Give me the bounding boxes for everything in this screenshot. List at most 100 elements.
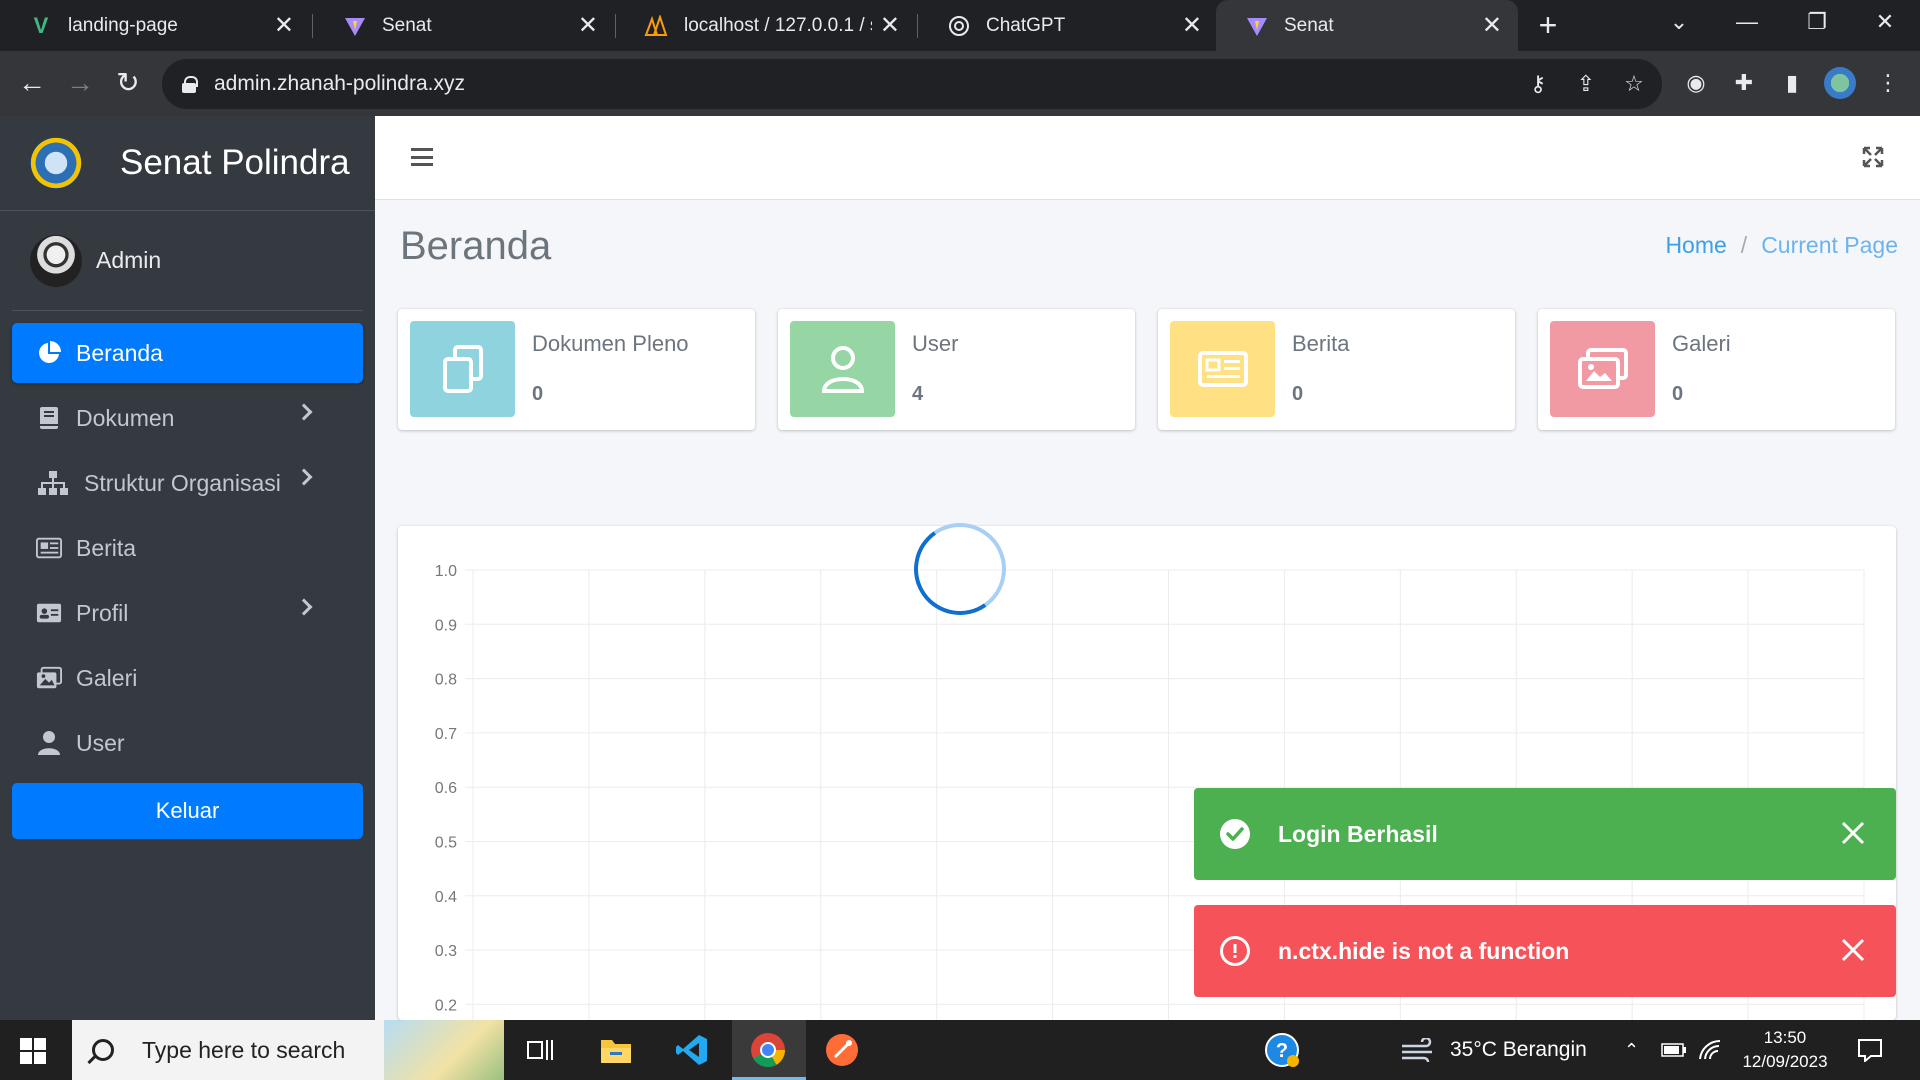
browser-tab-active[interactable]: Senat ✕ <box>1216 0 1518 51</box>
main-header <box>375 116 1920 200</box>
chrome-menu-icon[interactable]: ⋮ <box>1868 63 1908 103</box>
help-icon[interactable]: ? <box>1262 1030 1302 1070</box>
close-window-button[interactable]: ✕ <box>1854 0 1916 51</box>
brand-link[interactable]: Senat Polindra <box>0 116 375 211</box>
tab-title: Senat <box>382 14 432 36</box>
sidebar-item-label: Dokumen <box>76 404 175 431</box>
key-icon[interactable]: ⚷ <box>1518 59 1558 109</box>
lock-icon[interactable] <box>182 76 198 93</box>
file-explorer-icon[interactable] <box>596 1030 636 1070</box>
battery-icon[interactable] <box>1654 1030 1694 1070</box>
chart-y-tick-label: 0.6 <box>435 780 457 797</box>
sidebar-item-label: Struktur Organisasi <box>84 469 281 496</box>
search-highlight-image <box>384 1020 504 1080</box>
chevron-right-icon <box>295 468 313 486</box>
camera-icon[interactable]: ◉ <box>1676 63 1716 103</box>
search-placeholder: Type here to search <box>142 1036 346 1063</box>
postman-icon[interactable] <box>822 1030 862 1070</box>
weather-wind-icon[interactable] <box>1398 1030 1438 1070</box>
browser-tab[interactable]: ChatGPT ✕ <box>918 0 1218 51</box>
chrome-icon[interactable] <box>748 1030 788 1070</box>
info-box-number: 0 <box>532 383 544 405</box>
wifi-icon[interactable] <box>1690 1030 1730 1070</box>
chart-y-tick-label: 0.9 <box>435 617 457 634</box>
notification-center-icon[interactable] <box>1850 1030 1890 1070</box>
newspaper-icon <box>36 537 62 559</box>
tab-search-icon[interactable]: ⌄ <box>1648 0 1710 51</box>
taskbar-search-box[interactable]: Type here to search <box>72 1020 504 1080</box>
bookmark-star-icon[interactable]: ☆ <box>1614 59 1654 109</box>
weather-text[interactable]: 35°C Berangin <box>1450 1020 1587 1080</box>
breadcrumb-home-link[interactable]: Home <box>1665 232 1726 259</box>
polindra-logo <box>30 137 82 189</box>
profile-avatar[interactable] <box>1820 63 1860 103</box>
breadcrumb-current: Current Page <box>1761 232 1898 258</box>
browser-tab[interactable]: V landing-page ✕ <box>0 0 310 51</box>
sidebar-item-berita[interactable]: Berita <box>12 518 363 578</box>
browser-tab[interactable]: localhost / 127.0.0.1 / sen ✕ <box>616 0 916 51</box>
system-clock[interactable]: 13:50 12/09/2023 <box>1730 1026 1840 1074</box>
logout-button[interactable]: Keluar <box>12 783 363 839</box>
forward-button[interactable]: → <box>60 63 100 103</box>
search-icon <box>92 1039 114 1061</box>
chevron-up-icon[interactable]: ⌃ <box>1624 1020 1639 1080</box>
user-icon <box>790 321 895 417</box>
chart-y-tick-label: 0.4 <box>435 889 457 906</box>
id-card-icon <box>36 602 62 624</box>
close-tab-icon[interactable]: ✕ <box>1182 11 1202 40</box>
address-bar[interactable]: admin.zhanah-polindra.xyz ⚷ ⇪ ☆ <box>162 59 1662 109</box>
user-name[interactable]: Admin <box>96 247 161 274</box>
svg-text:?: ? <box>1276 1040 1288 1062</box>
vite-logo-icon <box>342 13 368 39</box>
chart-y-tick-label: 0.5 <box>435 835 457 852</box>
browser-tab[interactable]: Senat ✕ <box>314 0 614 51</box>
minimize-button[interactable]: — <box>1716 0 1778 51</box>
images-icon <box>1550 321 1655 417</box>
user-avatar <box>30 234 82 287</box>
hamburger-menu-icon[interactable] <box>411 148 433 166</box>
newspaper-icon <box>1170 321 1275 417</box>
side-panel-icon[interactable]: ▮ <box>1772 63 1812 103</box>
sidebar-item-label: Berita <box>76 534 137 561</box>
sidebar-item-galeri[interactable]: Galeri <box>12 648 363 708</box>
fullscreen-icon[interactable] <box>1862 146 1884 168</box>
tab-title: landing-page <box>68 14 178 36</box>
close-tab-icon[interactable]: ✕ <box>880 11 900 40</box>
toast-success: Login Berhasil <box>1194 788 1896 880</box>
chatgpt-icon <box>946 13 972 39</box>
sidebar-item-profil[interactable]: Profil <box>12 583 363 643</box>
back-button[interactable]: ← <box>12 63 52 103</box>
task-view-icon[interactable] <box>520 1030 560 1070</box>
vscode-icon[interactable] <box>672 1030 712 1070</box>
sidebar-item-dokumen[interactable]: Dokumen <box>12 388 363 448</box>
browser-tabstrip: V landing-page ✕ Senat ✕ localhost / 127… <box>0 0 1920 51</box>
tab-title: ChatGPT <box>986 14 1066 36</box>
new-tab-button[interactable]: + <box>1528 6 1568 46</box>
user-panel[interactable]: Admin <box>12 211 363 311</box>
windows-start-button[interactable] <box>20 1038 46 1064</box>
close-toast-button[interactable] <box>1840 937 1866 963</box>
check-circle-icon <box>1220 819 1250 849</box>
restore-button[interactable]: ❐ <box>1786 0 1848 51</box>
info-box-number: 0 <box>1672 383 1684 405</box>
sidebar-item-label: User <box>76 729 125 756</box>
brand-text: Senat Polindra <box>120 143 350 182</box>
share-icon[interactable]: ⇪ <box>1566 59 1606 109</box>
reload-button[interactable]: ↻ <box>108 63 148 103</box>
chart-y-tick-label: 1.0 <box>435 563 457 580</box>
extensions-icon[interactable]: ✚ <box>1724 63 1764 103</box>
close-tab-icon[interactable]: ✕ <box>274 11 294 40</box>
sidebar-item-user[interactable]: User <box>12 713 363 773</box>
phpmyadmin-icon <box>644 13 670 39</box>
close-tab-icon[interactable]: ✕ <box>578 11 598 40</box>
close-tab-icon[interactable]: ✕ <box>1482 11 1502 40</box>
close-toast-button[interactable] <box>1840 820 1866 846</box>
sidebar-item-beranda[interactable]: Beranda <box>12 323 363 383</box>
chart-y-tick-label: 0.3 <box>435 943 457 960</box>
info-box-number: 4 <box>912 383 924 405</box>
sidebar-item-struktur-organisasi[interactable]: Struktur Organisasi <box>12 453 363 513</box>
breadcrumb-separator: / <box>1740 232 1748 258</box>
chart-y-tick-label: 0.8 <box>435 672 457 689</box>
url-text[interactable]: admin.zhanah-polindra.xyz <box>214 72 465 96</box>
clock-time: 13:50 <box>1763 1028 1807 1047</box>
